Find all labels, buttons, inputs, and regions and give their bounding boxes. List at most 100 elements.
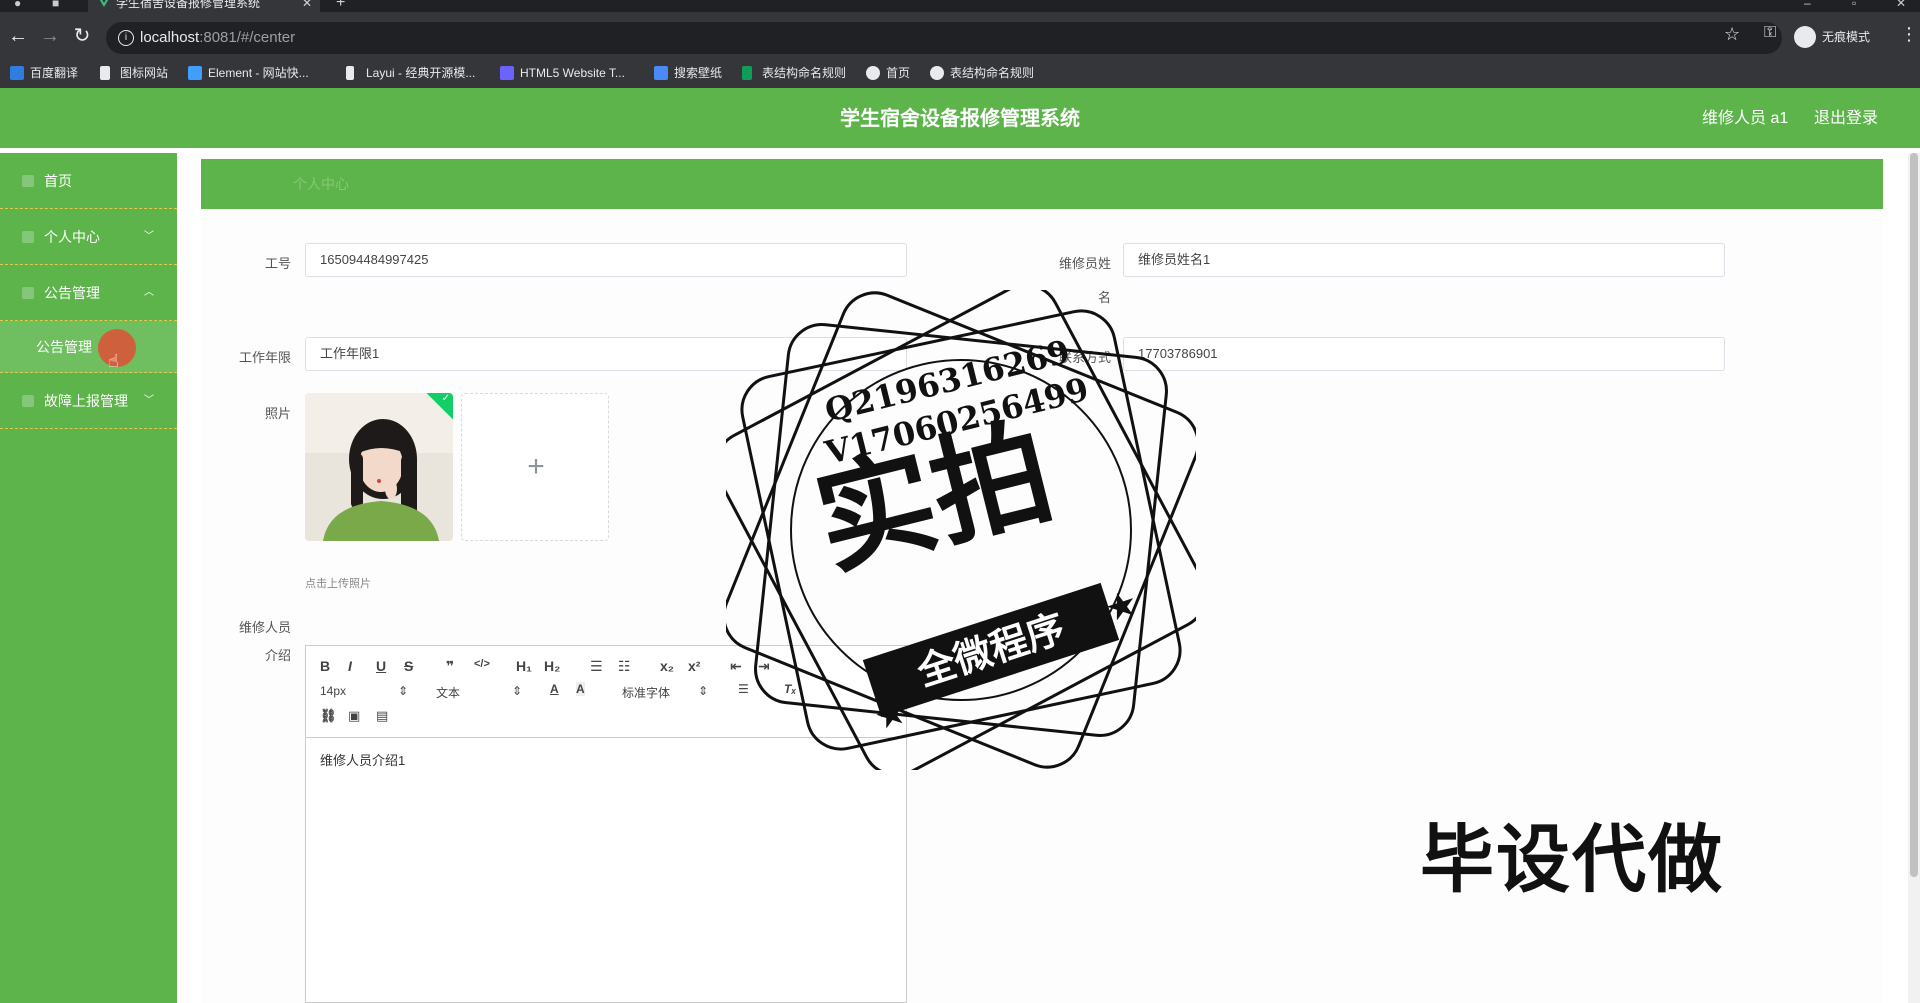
blockquote-icon[interactable]: ❞ xyxy=(446,658,454,675)
intro-label-wrap: 介绍 xyxy=(264,648,291,663)
years-input[interactable]: 工作年限1 xyxy=(305,337,907,371)
reload-icon[interactable]: ↻ xyxy=(70,24,94,48)
job-no-input[interactable]: 165094484997425 xyxy=(305,243,907,277)
clear-format-icon[interactable]: Tₓ xyxy=(784,682,796,696)
restore-icon[interactable]: ▫ xyxy=(1852,0,1856,10)
address-toolbar: ← → ↻ i localhost:8081/#/center ☆ ⚿ 无痕模式… xyxy=(0,12,1920,64)
bookmark-item[interactable]: HTML5 Website T... xyxy=(500,64,625,82)
font-family-arrow-icon: ⇕ xyxy=(698,684,709,698)
bookmark-item[interactable]: Layui - 经典开源模... xyxy=(346,64,475,82)
image-icon[interactable]: ▣ xyxy=(348,708,360,724)
url-host: localhost xyxy=(140,29,200,46)
url-bar[interactable]: i localhost:8081/#/center xyxy=(106,22,1782,54)
portrait-image xyxy=(305,393,453,541)
name-label-wrap: 名 xyxy=(1097,290,1111,305)
sidebar-item-notice-management[interactable]: 公告管理 ︿ xyxy=(0,265,177,321)
bookmark-translate-icon xyxy=(10,66,24,80)
subscript-icon[interactable]: x₂ xyxy=(660,658,674,674)
outdent-icon[interactable]: ⇤ xyxy=(730,658,742,675)
sidebar-subitem-notice-management[interactable]: 公告管理 ☝ xyxy=(0,321,177,373)
background-color-icon[interactable]: A xyxy=(576,682,585,696)
bookmark-wallpaper-icon xyxy=(654,66,668,80)
sidebar-item-personal-center[interactable]: 个人中心 ﹀ xyxy=(0,209,177,265)
uploaded-photo[interactable]: ✓ xyxy=(305,393,453,541)
contact-input[interactable]: 17703786901 xyxy=(1123,337,1725,371)
name-input[interactable]: 维修员姓名1 xyxy=(1123,243,1725,277)
password-key-icon[interactable]: ⚿ xyxy=(1764,24,1776,42)
chevron-down-icon: ﹀ xyxy=(144,231,154,242)
font-size-select[interactable]: 14px xyxy=(320,684,346,698)
strike-icon[interactable]: S xyxy=(404,658,413,674)
sidebar-item-label: 个人中心 xyxy=(44,229,100,245)
font-family-select[interactable]: 标准字体 xyxy=(622,684,670,701)
new-tab-icon[interactable]: + xyxy=(336,0,345,12)
bookmark-label: Element - 网站快... xyxy=(208,66,309,80)
logout-button[interactable]: 退出登录 xyxy=(1814,88,1878,150)
app-title: 学生宿舍设备报修管理系统 xyxy=(840,108,1080,130)
upload-photo-button[interactable]: + xyxy=(461,393,609,541)
site-info-icon[interactable]: i xyxy=(118,30,134,46)
intro-label: 维修人员 xyxy=(238,620,291,635)
bookmark-label: HTML5 Website T... xyxy=(520,66,625,80)
bookmark-label: 搜索壁纸 xyxy=(674,66,723,80)
scrollbar-thumb[interactable] xyxy=(1910,153,1918,877)
bookmark-layui-icon xyxy=(346,66,354,80)
ordered-list-icon[interactable]: ☰ xyxy=(590,658,603,675)
rich-text-editor[interactable]: B I U S ❞ </> H₁ H₂ ☰ ☷ x₂ x² ⇤ ⇥ 14px ⇕… xyxy=(305,645,907,1003)
incognito-profile-button[interactable]: 无痕模式 xyxy=(1794,26,1870,48)
page-scrollbar[interactable] xyxy=(1908,153,1920,1003)
sidebar-item-label: 故障上报管理 xyxy=(44,393,128,409)
minimize-icon[interactable]: – xyxy=(1804,0,1811,10)
align-icon[interactable]: ☰ xyxy=(738,682,749,696)
heading2-icon[interactable]: H₂ xyxy=(544,658,560,674)
bullet-list-icon[interactable]: ☷ xyxy=(618,658,631,675)
link-icon[interactable]: ⛓ xyxy=(320,708,337,724)
sidebar-item-home[interactable]: 首页 xyxy=(0,153,177,209)
bookmark-sheet-icon xyxy=(742,66,752,80)
editor-content[interactable]: 维修人员介绍1 xyxy=(320,750,405,769)
vue-logo-icon xyxy=(99,0,109,7)
bookmark-item[interactable]: 图标网站 xyxy=(100,64,168,82)
sidebar-item-label: 首页 xyxy=(44,173,72,189)
superscript-icon[interactable]: x² xyxy=(688,658,700,674)
tab-switch-icon[interactable]: ■ xyxy=(52,0,59,10)
bookmark-item[interactable]: 搜索壁纸 xyxy=(654,64,722,82)
check-icon: ✓ xyxy=(441,393,450,404)
name-label: 维修员姓 xyxy=(1058,256,1111,271)
code-block-icon[interactable]: </> xyxy=(474,658,490,670)
photo-label: 照片 xyxy=(264,406,291,421)
window-close-icon[interactable]: ✕ xyxy=(1896,0,1906,10)
bookmark-item[interactable]: 表结构命名规则 xyxy=(742,64,846,82)
bookmark-item[interactable]: 首页 xyxy=(866,64,910,82)
incognito-icon xyxy=(1794,26,1816,48)
breadcrumb: 个人中心 xyxy=(201,159,1883,209)
font-color-icon[interactable]: A xyxy=(550,682,559,696)
editor-toolbar: B I U S ❞ </> H₁ H₂ ☰ ☷ x₂ x² ⇤ ⇥ 14px ⇕… xyxy=(306,646,906,738)
video-icon[interactable]: ▤ xyxy=(376,708,388,724)
bookmark-globe-icon xyxy=(866,66,880,80)
incognito-label: 无痕模式 xyxy=(1822,30,1871,44)
bookmark-item[interactable]: 表结构命名规则 xyxy=(930,64,1034,82)
bold-icon[interactable]: B xyxy=(320,658,330,674)
browser-menu-dots-icon[interactable]: ⋮ xyxy=(1900,24,1918,45)
sidebar-item-fault-report[interactable]: 故障上报管理 ﹀ xyxy=(0,373,177,429)
browser-tab[interactable]: 学生宿舍设备报修管理系统 ✕ xyxy=(88,0,320,12)
forward-icon[interactable]: → xyxy=(38,24,62,48)
corner-watermark: 毕设代做 xyxy=(1420,817,1724,903)
underline-icon[interactable]: U xyxy=(376,658,386,674)
block-format-select[interactable]: 文本 xyxy=(436,684,460,701)
bookmark-element-icon xyxy=(188,66,202,80)
browser-menu-icon[interactable]: ● xyxy=(14,0,21,10)
italic-icon[interactable]: I xyxy=(348,658,352,674)
tab-close-icon[interactable]: ✕ xyxy=(302,0,312,12)
back-icon[interactable]: ← xyxy=(6,24,30,48)
years-label: 工作年限 xyxy=(238,350,291,365)
indent-icon[interactable]: ⇥ xyxy=(758,658,770,675)
bookmark-item[interactable]: Element - 网站快... xyxy=(188,64,309,82)
bookmark-star-icon[interactable]: ☆ xyxy=(1724,24,1740,45)
plus-icon: + xyxy=(527,450,545,483)
heading1-icon[interactable]: H₁ xyxy=(516,658,532,674)
bookmark-label: 表结构命名规则 xyxy=(950,66,1035,80)
current-user: 维修人员 a1 xyxy=(1702,110,1789,127)
bookmark-item[interactable]: 百度翻译 xyxy=(10,64,78,82)
